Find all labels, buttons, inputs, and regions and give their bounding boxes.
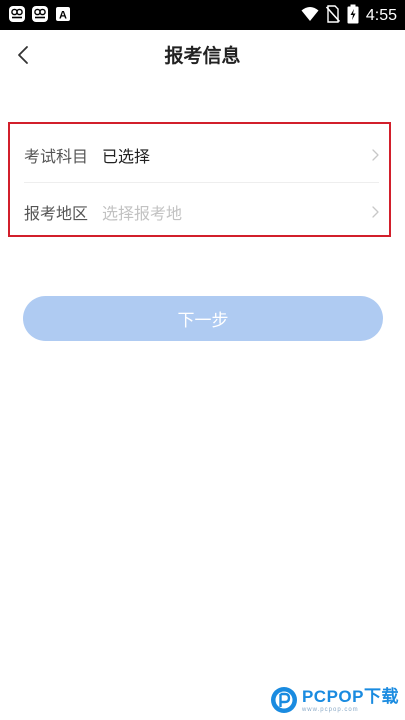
row-divider	[24, 182, 379, 183]
a-notification-icon: A	[54, 5, 72, 23]
next-step-button[interactable]: 下一步	[23, 296, 383, 341]
pcpop-watermark: PCPOP下载 www.pcpop.com	[270, 686, 399, 714]
wifi-icon	[301, 6, 319, 26]
svg-text:A: A	[59, 10, 67, 22]
screen: A 4:55 报考信息 考试科目 已选择 报考地区 选择报考地 下一步 PCPO…	[0, 0, 405, 720]
status-time: 4:55	[365, 7, 397, 24]
watermark-url: www.pcpop.com	[301, 706, 359, 713]
exam-info-form: 考试科目 已选择 报考地区 选择报考地	[8, 122, 391, 237]
exam-region-row[interactable]: 报考地区 选择报考地	[24, 184, 389, 240]
exam-subject-label: 考试科目	[24, 147, 89, 166]
no-sim-icon	[325, 5, 340, 27]
system-icons: 4:55	[301, 4, 397, 28]
notification-app-icon	[8, 5, 26, 23]
notification-app-icon	[31, 5, 49, 23]
exam-region-label: 报考地区	[24, 204, 89, 223]
status-bar: A 4:55	[0, 0, 405, 30]
battery-charging-icon	[347, 4, 359, 28]
watermark-text: PCPOP下载 www.pcpop.com	[302, 688, 399, 713]
notification-icons: A	[8, 5, 72, 23]
exam-subject-row[interactable]: 考试科目 已选择	[24, 127, 389, 183]
chevron-right-icon	[372, 149, 379, 161]
watermark-brand: PCPOP下载	[301, 686, 399, 706]
nav-bar: 报考信息	[0, 30, 405, 80]
chevron-right-icon	[372, 206, 379, 218]
page-title: 报考信息	[164, 45, 241, 67]
pcpop-logo-icon	[270, 687, 297, 713]
exam-region-placeholder: 选择报考地	[102, 204, 183, 223]
exam-subject-value: 已选择	[102, 147, 151, 166]
